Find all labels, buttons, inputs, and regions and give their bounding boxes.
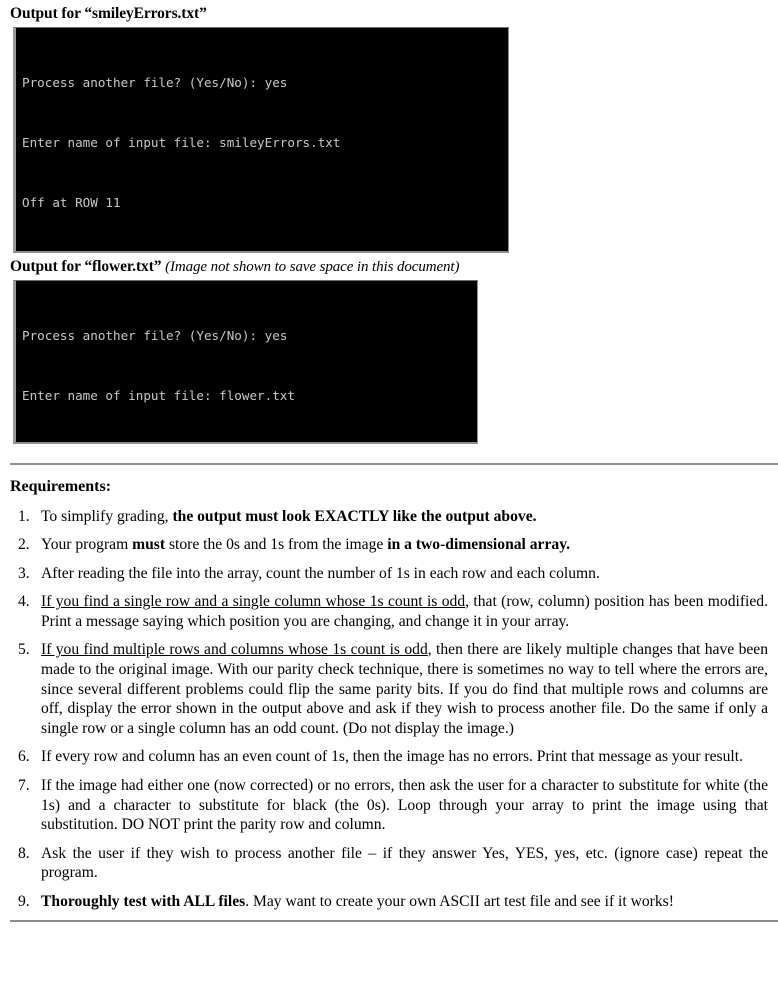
requirement-7-run-0: If the image had either one (now correct…: [41, 777, 768, 834]
requirement-1-run-1: the output must look EXACTLY like the ou…: [172, 507, 537, 525]
requirement-item-6: If every row and column has an even coun…: [10, 747, 768, 767]
requirement-item-8: Ask the user if they wish to process ano…: [10, 844, 768, 883]
requirement-item-1: To simplify grading, the output must loo…: [10, 507, 768, 527]
requirement-1-run-0: To simplify grading,: [41, 507, 173, 525]
requirement-item-4: If you find a single row and a single co…: [10, 592, 768, 631]
heading-filename-smiley: “smileyErrors.txt”: [84, 5, 207, 22]
heading-prefix-smiley: Output for: [10, 5, 85, 22]
requirement-3-run-0: After reading the file into the array, c…: [41, 564, 600, 582]
requirement-item-9: Thoroughly test with ALL files. May want…: [10, 892, 768, 912]
requirement-item-3: After reading the file into the array, c…: [10, 564, 768, 584]
console-line: Enter name of input file: smileyErrors.t…: [22, 135, 341, 151]
requirement-2-run-0: Your program: [41, 536, 133, 554]
requirement-2-run-1: must: [132, 536, 166, 554]
console-line: Enter name of input file: flower.txt: [22, 388, 295, 404]
requirement-2-run-3: in a two-dimensional array.: [387, 536, 571, 554]
requirements-heading: Requirements:: [10, 477, 112, 495]
console-line: Off at ROW 11: [22, 195, 121, 211]
heading-note-flower: (Image not shown to save space in this d…: [161, 259, 459, 275]
heading-note-text: (Image not shown to save space in this d…: [165, 258, 460, 275]
requirement-item-5: If you find multiple rows and columns wh…: [10, 640, 768, 738]
section-heading-smiley-errors: Output for “smileyErrors.txt”: [6, 0, 772, 27]
requirements-list: To simplify grading, the output must loo…: [6, 507, 772, 912]
requirement-5-run-0: If you find multiple rows and columns wh…: [41, 641, 428, 659]
console-output-flower: Process another file? (Yes/No): yes Ente…: [13, 279, 478, 444]
requirement-2-run-2: store the 0s and 1s from the image: [165, 536, 388, 554]
requirement-item-7: If the image had either one (now correct…: [10, 776, 768, 835]
horizontal-divider-bottom: [10, 919, 778, 922]
requirement-item-2: Your program must store the 0s and 1s fr…: [10, 535, 768, 555]
requirement-9-run-1: . May want to create your own ASCII art …: [245, 893, 674, 910]
requirement-4-run-0: If you find a single row and a single co…: [41, 593, 466, 611]
requirement-8-run-0: Ask the user if they wish to process ano…: [41, 844, 768, 882]
console-line: Process another file? (Yes/No): yes: [22, 328, 288, 344]
section-heading-flower: Output for “flower.txt” (Image not shown…: [6, 253, 772, 280]
requirement-9-run-0: Thoroughly test with ALL files: [41, 893, 246, 910]
requirement-6-run-0: If every row and column has an even coun…: [41, 748, 743, 766]
heading-prefix-flower: Output for: [10, 257, 85, 275]
heading-filename-flower: “flower.txt”: [84, 257, 162, 275]
console-output-smiley-errors: Process another file? (Yes/No): yes Ente…: [13, 26, 509, 253]
console-line: Process another file? (Yes/No): yes: [22, 75, 288, 91]
document-page: Output for “smileyErrors.txt” Process an…: [0, 0, 778, 988]
